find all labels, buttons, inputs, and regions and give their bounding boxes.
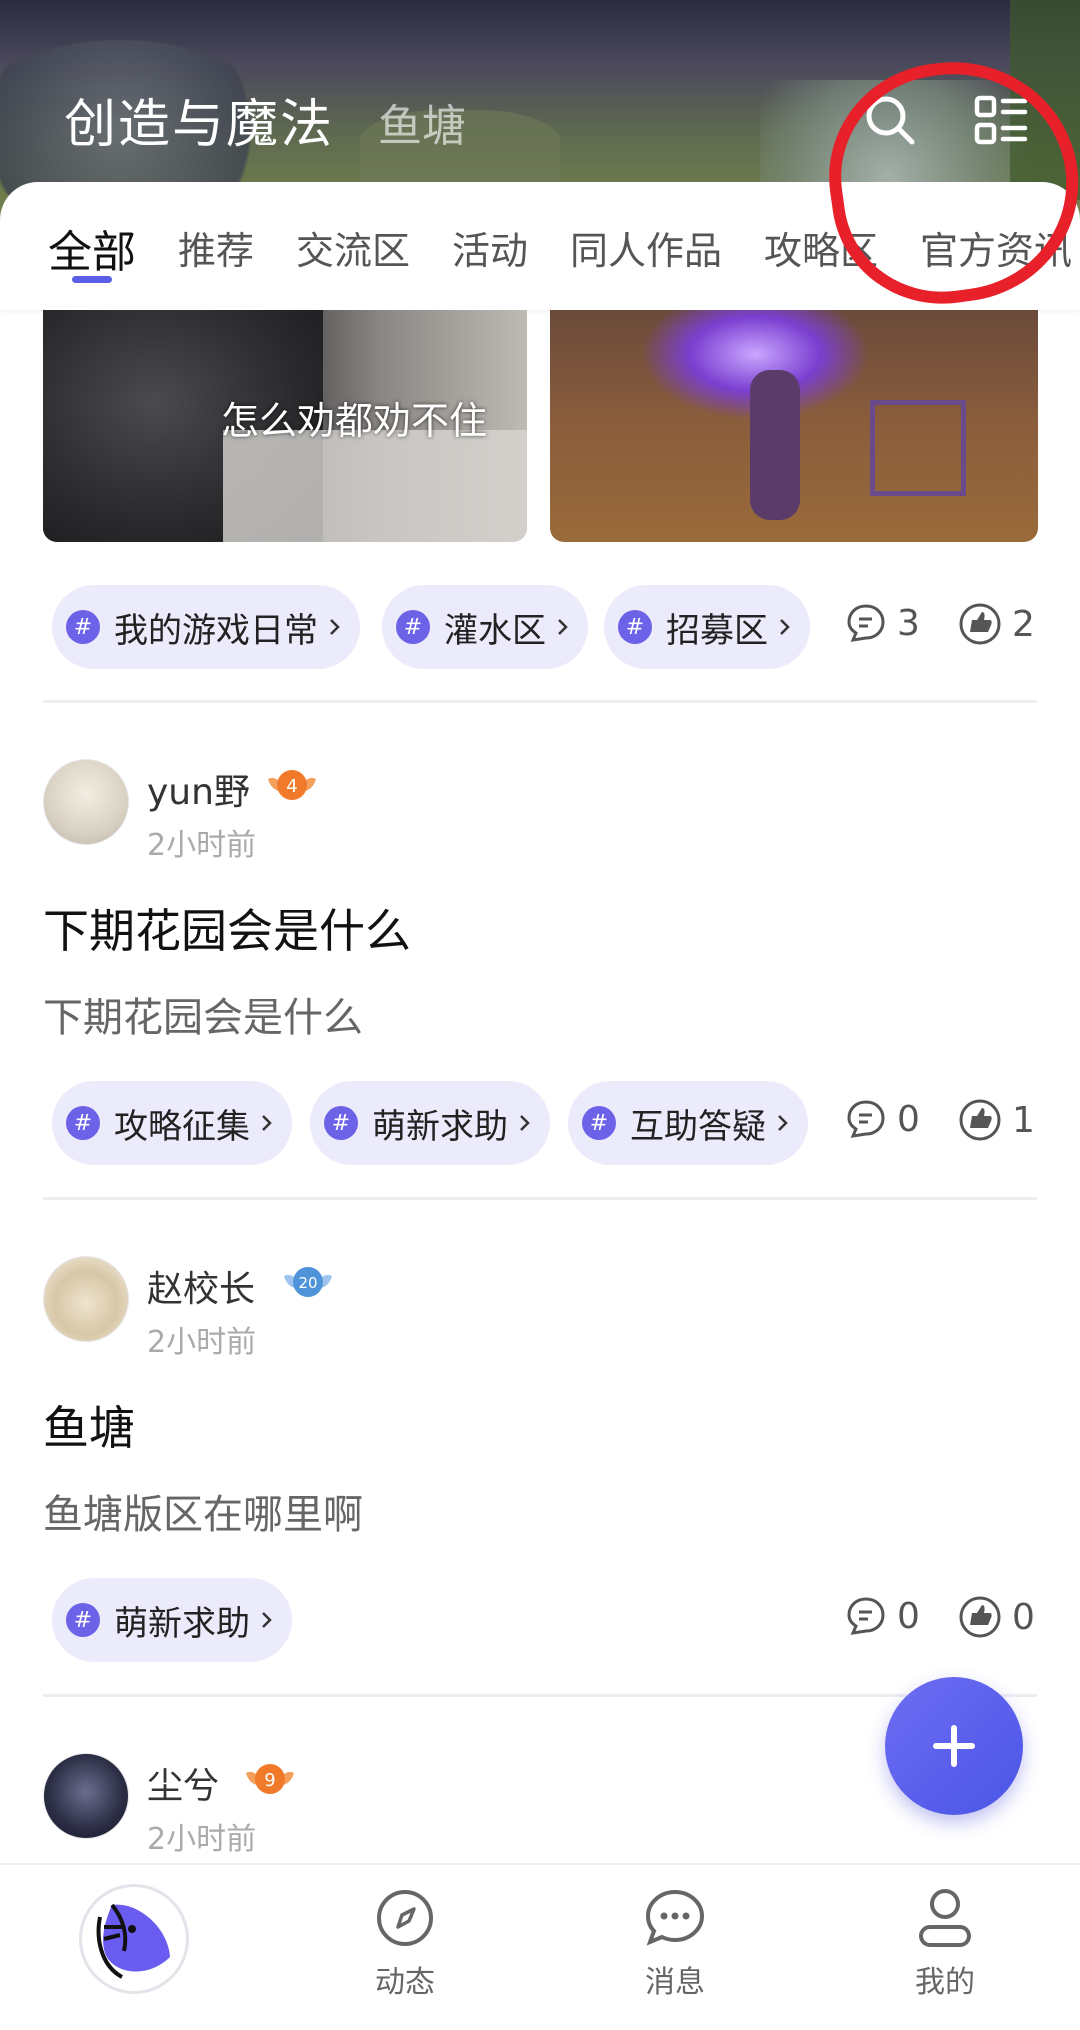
post-time: 2小时前 — [147, 828, 257, 863]
avatar[interactable] — [43, 1256, 129, 1342]
post-body[interactable]: 鱼塘版区在哪里啊 — [43, 1482, 363, 1540]
post-time: 2小时前 — [147, 1822, 257, 1857]
hash-icon: # — [396, 610, 430, 644]
topic-tag-label: 互助答疑 — [630, 1106, 766, 1147]
topic-tag[interactable]: # 互助答疑 — [568, 1081, 808, 1165]
like-icon — [959, 1596, 1001, 1638]
chevron-right-icon — [262, 1612, 272, 1628]
chevron-right-icon — [262, 1115, 272, 1131]
hash-icon: # — [582, 1106, 616, 1140]
compass-icon — [377, 1890, 433, 1946]
nav-profile[interactable]: 我的 — [865, 1865, 1025, 2001]
chevron-right-icon — [780, 619, 790, 635]
like-count[interactable]: 1 — [958, 1098, 1035, 1142]
divider — [43, 700, 1037, 703]
chat-bubble-icon — [645, 1889, 705, 1946]
comment-count[interactable]: 0 — [845, 1595, 920, 1637]
hash-icon: # — [66, 610, 100, 644]
home-fish-icon — [96, 1903, 170, 1979]
bottom-navigation: 动态 消息 我的 — [0, 1863, 1080, 2030]
comment-count-value: 0 — [897, 1098, 920, 1140]
topic-tag[interactable]: # 萌新求助 — [310, 1081, 550, 1165]
post-title[interactable]: 下期花园会是什么 — [43, 895, 411, 961]
chevron-right-icon — [520, 1115, 530, 1131]
like-count-value: 1 — [1012, 1099, 1035, 1141]
topic-tag[interactable]: # 萌新求助 — [52, 1578, 292, 1662]
tab-events[interactable]: 活动 — [452, 220, 528, 275]
image-caption: 怎么劝都劝不住 — [221, 399, 488, 443]
comment-icon — [847, 1100, 885, 1138]
hash-icon: # — [618, 610, 652, 644]
username[interactable]: 尘兮 — [147, 1757, 219, 1809]
game-character — [750, 370, 800, 520]
comment-count-value: 0 — [897, 1595, 920, 1637]
topic-tag-label: 萌新求助 — [114, 1603, 250, 1644]
hash-icon: # — [66, 1106, 100, 1140]
create-post-button[interactable] — [885, 1677, 1023, 1815]
like-count[interactable]: 2 — [958, 602, 1035, 646]
comment-count[interactable]: 0 — [845, 1098, 920, 1140]
post-image[interactable] — [550, 310, 1038, 542]
post-time: 2小时前 — [147, 1325, 257, 1360]
forum-title[interactable]: 创造与魔法 — [64, 82, 334, 157]
like-icon — [959, 603, 1001, 645]
tab-fan-works[interactable]: 同人作品 — [570, 220, 722, 275]
divider — [43, 1197, 1037, 1200]
topic-tag-label: 招募区 — [666, 610, 768, 651]
like-count-value: 2 — [1012, 603, 1035, 645]
topic-tag[interactable]: # 灌水区 — [382, 585, 588, 669]
post-title[interactable]: 鱼塘 — [43, 1392, 135, 1458]
nav-messages[interactable]: 消息 — [595, 1865, 755, 2001]
comment-icon — [847, 604, 885, 642]
topic-tag-label: 攻略征集 — [114, 1106, 250, 1147]
level-number: 20 — [298, 1274, 317, 1292]
tab-all[interactable]: 全部 — [48, 216, 136, 280]
avatar[interactable] — [43, 759, 129, 845]
like-icon — [959, 1099, 1001, 1141]
tab-exchange[interactable]: 交流区 — [296, 220, 410, 275]
nav-label: 动态 — [375, 1965, 435, 2000]
topic-tag[interactable]: # 我的游戏日常 — [52, 585, 360, 669]
person-icon — [919, 1889, 971, 1947]
topic-tag-label: 灌水区 — [444, 610, 546, 651]
level-number: 4 — [286, 776, 297, 797]
comment-count[interactable]: 3 — [845, 602, 920, 644]
comment-icon — [847, 1597, 885, 1635]
topic-tag[interactable]: # 招募区 — [604, 585, 810, 669]
username[interactable]: 赵校长 — [147, 1260, 255, 1312]
post-body[interactable]: 下期花园会是什么 — [43, 985, 363, 1043]
chevron-right-icon — [778, 1115, 788, 1131]
game-crate — [870, 400, 966, 496]
plus-icon — [933, 1725, 975, 1767]
chevron-right-icon — [330, 619, 340, 635]
hash-icon: # — [324, 1106, 358, 1140]
username[interactable]: yun野 — [147, 763, 250, 815]
topic-tag[interactable]: # 攻略征集 — [52, 1081, 292, 1165]
divider — [43, 1694, 1037, 1697]
topic-tag-label: 萌新求助 — [372, 1106, 508, 1147]
avatar[interactable] — [43, 1753, 129, 1839]
nav-label: 我的 — [915, 1965, 975, 2000]
post-image[interactable]: 怎么劝都劝不住 — [43, 310, 527, 542]
level-badge: 4 — [268, 770, 316, 800]
nav-label: 消息 — [645, 1965, 705, 2000]
nav-feed[interactable]: 动态 — [325, 1865, 485, 2001]
hash-icon: # — [66, 1603, 100, 1637]
tab-recommend[interactable]: 推荐 — [178, 220, 254, 275]
comment-count-value: 3 — [897, 602, 920, 644]
like-count-value: 0 — [1012, 1596, 1035, 1638]
chevron-right-icon — [558, 619, 568, 635]
level-badge: 20 — [284, 1267, 332, 1297]
sofa-photo — [223, 430, 527, 542]
nav-home[interactable] — [82, 1887, 186, 1991]
level-number: 9 — [264, 1770, 275, 1791]
like-count[interactable]: 0 — [958, 1595, 1035, 1639]
level-badge: 9 — [246, 1764, 294, 1794]
forum-subtitle[interactable]: 鱼塘 — [378, 90, 466, 154]
active-tab-indicator — [72, 276, 112, 283]
topic-tag-label: 我的游戏日常 — [114, 610, 318, 651]
